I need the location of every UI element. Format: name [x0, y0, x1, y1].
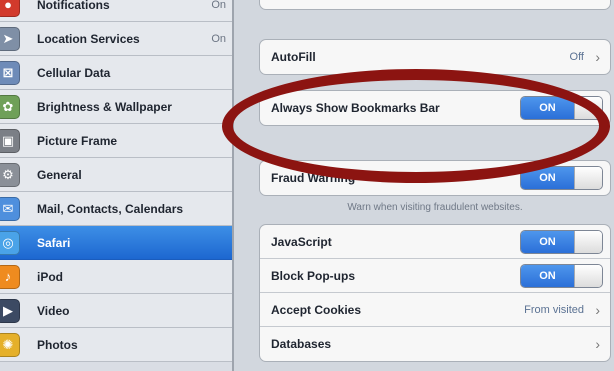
- location-services-icon: ➤: [0, 26, 20, 51]
- sidebar-item-ipod[interactable]: ♪ iPod: [0, 260, 232, 294]
- toggle-on-label: ON: [521, 264, 574, 287]
- ipod-icon: ♪: [0, 264, 20, 289]
- toggle-on-label: ON: [521, 230, 574, 253]
- accept-cookies-row[interactable]: Accept Cookies From visited ›: [260, 293, 610, 327]
- toggle-knob: [574, 97, 602, 119]
- sidebar-item-picture-frame[interactable]: ▣ Picture Frame: [0, 124, 232, 158]
- accept-cookies-value: From visited: [524, 303, 584, 316]
- javascript-label: JavaScript: [271, 234, 332, 249]
- fraud-warning-note: Warn when visiting fraudulent websites.: [347, 202, 523, 213]
- sidebar-item-label: Safari: [37, 235, 71, 250]
- sidebar-item-label: Cellular Data: [37, 65, 111, 80]
- advanced-group: JavaScript ON Block Pop-ups ON Accept Co…: [259, 224, 611, 362]
- bookmarks-bar-group: Always Show Bookmarks Bar ON: [259, 90, 611, 126]
- toggle-on-label: ON: [521, 97, 574, 119]
- photos-icon: ✺: [0, 332, 20, 357]
- sidebar-item-label: Picture Frame: [37, 133, 118, 148]
- fraud-warning-group: Fraud Warning ON: [259, 160, 611, 196]
- sidebar-item-video[interactable]: ▶ Video: [0, 294, 232, 328]
- fraud-warning-toggle[interactable]: ON: [520, 166, 603, 190]
- sidebar-item-safari[interactable]: ◎ Safari: [0, 226, 232, 260]
- bookmarks-bar-toggle[interactable]: ON: [520, 96, 603, 120]
- cellular-data-icon: ⊠: [0, 60, 20, 85]
- chevron-right-icon: ›: [595, 301, 600, 318]
- sidebar-item-general[interactable]: ⚙ General: [0, 158, 232, 192]
- sidebar-item-photos[interactable]: ✺ Photos: [0, 328, 232, 362]
- toggle-knob: [574, 264, 602, 287]
- toggle-knob: [574, 230, 602, 253]
- sidebar-item-brightness-wallpaper[interactable]: ✿ Brightness & Wallpaper: [0, 90, 232, 124]
- bookmarks-bar-label: Always Show Bookmarks Bar: [271, 101, 440, 115]
- safari-icon: ◎: [0, 230, 20, 255]
- sidebar-item-value: On: [211, 32, 226, 45]
- block-popups-label: Block Pop-ups: [271, 268, 356, 283]
- autofill-group: AutoFill Off ›: [259, 39, 611, 75]
- toggle-knob: [574, 167, 602, 189]
- sidebar-item-label: General: [37, 167, 82, 182]
- autofill-label: AutoFill: [271, 50, 316, 64]
- chevron-right-icon: ›: [595, 49, 600, 65]
- databases-row[interactable]: Databases ›: [260, 327, 610, 361]
- safari-settings-pane: AutoFill Off › Always Show Bookmarks Bar…: [234, 0, 614, 371]
- mail-icon: ✉: [0, 196, 20, 221]
- sidebar-item-notifications[interactable]: ● Notifications On: [0, 0, 232, 22]
- sidebar-item-label: Notifications: [37, 0, 110, 12]
- top-partial-group: [259, 0, 611, 10]
- fraud-warning-row: Fraud Warning ON: [260, 161, 610, 195]
- autofill-value: Off: [569, 51, 584, 63]
- sidebar-item-label: iPod: [37, 269, 63, 284]
- chevron-right-icon: ›: [595, 336, 600, 352]
- brightness-wallpaper-icon: ✿: [0, 94, 20, 119]
- settings-sidebar: ● Notifications On ➤ Location Services On ⊠ Cel…: [0, 0, 234, 371]
- sidebar-item-label: Video: [37, 303, 70, 318]
- sidebar-item-mail-contacts-calendars[interactable]: ✉ Mail, Contacts, Calendars: [0, 192, 232, 226]
- sidebar-item-label: Location Services: [37, 31, 140, 46]
- databases-label: Databases: [271, 337, 332, 351]
- block-popups-toggle[interactable]: ON: [520, 263, 603, 288]
- sidebar-item-label: Photos: [37, 337, 78, 352]
- gear-icon: ⚙: [0, 162, 20, 187]
- picture-frame-icon: ▣: [0, 128, 20, 153]
- toggle-on-label: ON: [521, 167, 574, 189]
- bookmarks-bar-row: Always Show Bookmarks Bar ON: [260, 91, 610, 125]
- javascript-toggle[interactable]: ON: [520, 229, 603, 254]
- javascript-row: JavaScript ON: [260, 225, 610, 259]
- block-popups-row: Block Pop-ups ON: [260, 259, 610, 293]
- video-icon: ▶: [0, 298, 20, 323]
- accept-cookies-label: Accept Cookies: [271, 302, 362, 317]
- sidebar-item-cellular-data[interactable]: ⊠ Cellular Data: [0, 56, 232, 90]
- autofill-row[interactable]: AutoFill Off ›: [260, 40, 610, 74]
- sidebar-item-label: Mail, Contacts, Calendars: [37, 201, 184, 216]
- fraud-warning-label: Fraud Warning: [271, 171, 356, 185]
- sidebar-item-value: On: [211, 0, 226, 11]
- sidebar-item-label: Brightness & Wallpaper: [37, 99, 172, 114]
- sidebar-item-location-services[interactable]: ➤ Location Services On: [0, 22, 232, 56]
- notifications-icon: ●: [0, 0, 20, 17]
